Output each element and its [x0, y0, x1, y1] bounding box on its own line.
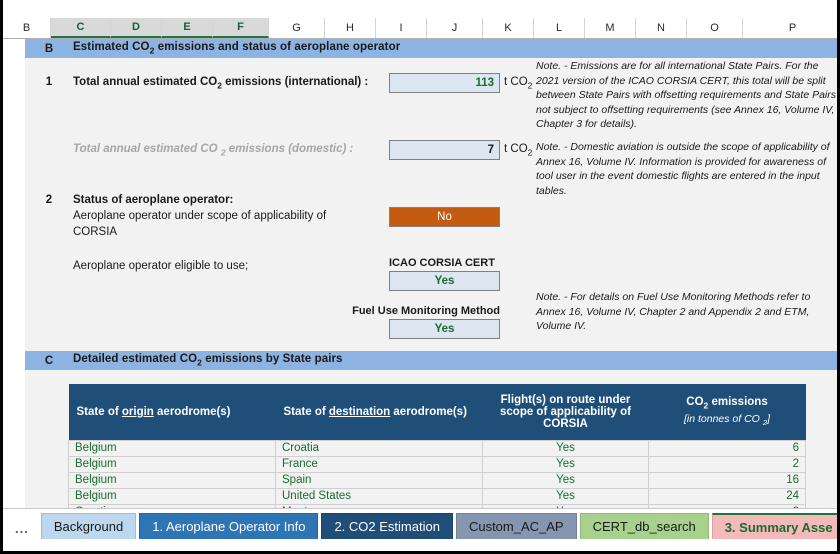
column-header-j[interactable]: J: [427, 18, 483, 38]
left-gutter: [3, 39, 25, 511]
cell-flights[interactable]: Yes: [482, 471, 649, 489]
column-header-d[interactable]: D: [111, 18, 162, 38]
fuel-method-value-box[interactable]: Yes: [389, 319, 500, 339]
top-gap: [3, 0, 837, 18]
sheet-tab-background[interactable]: Background: [40, 513, 137, 539]
cell-destination[interactable]: Spain: [275, 471, 483, 489]
section-c-letter: C: [44, 354, 54, 367]
table-body[interactable]: Belgium Croatia Yes 6 Belgium France Yes 2 Belgi…: [68, 439, 806, 511]
cell-origin[interactable]: Belgium: [68, 455, 276, 473]
column-header-g[interactable]: G: [269, 18, 325, 38]
cell-flights[interactable]: Yes: [482, 439, 649, 457]
sheet-body[interactable]: B Estimated CO2 emissions and status of …: [3, 39, 837, 511]
sheet-tab-cert-db-search[interactable]: CERT_db_search: [579, 513, 709, 539]
cell-emissions[interactable]: 2: [648, 455, 806, 473]
column-header-strip[interactable]: BCDEFGHIJKLMNOP: [3, 18, 837, 39]
section-c-band: C Detailed estimated CO2 emissions by St…: [25, 351, 837, 370]
cert-eligibility-value: Yes: [434, 275, 455, 287]
international-emissions-label: Total annual estimated CO2 emissions (in…: [73, 76, 369, 91]
domestic-emissions-value-box[interactable]: 7: [389, 140, 500, 160]
column-header-l[interactable]: L: [534, 18, 585, 38]
fuel-method-note: Note. - For details on Fuel Use Monitori…: [536, 291, 811, 333]
sheet-tab-3-summary-asse[interactable]: 3. Summary Asse: [711, 513, 837, 539]
state-pairs-table[interactable]: State of origin aerodrome(s) State of de…: [68, 384, 806, 511]
international-emissions-unit: t CO2: [504, 76, 533, 91]
column-header-m[interactable]: M: [585, 18, 636, 38]
domestic-emissions-note: Note. - Domestic aviation is outside the…: [536, 141, 830, 197]
column-header-h[interactable]: H: [325, 18, 376, 38]
table-row[interactable]: Belgium Croatia Yes 6: [68, 439, 806, 457]
cell-origin[interactable]: Belgium: [68, 487, 276, 505]
domestic-emissions-unit: t CO2: [504, 143, 533, 158]
cell-emissions[interactable]: 16: [648, 471, 806, 489]
column-header-co2-emissions: CO2 emissions [in tonnes of CO 2]: [648, 384, 806, 440]
scope-applicability-status-value: No: [437, 211, 452, 223]
domestic-emissions-value: 7: [487, 144, 494, 156]
section-b-title: Estimated CO2 emissions and status of ae…: [73, 41, 401, 56]
sheet-tab-bar[interactable]: ... Background 1. Aeroplane Operator Info…: [3, 508, 837, 551]
international-emissions-value: 113: [475, 77, 494, 89]
cell-destination[interactable]: United States: [275, 487, 483, 505]
sheet-tab-2-co2-estimation[interactable]: 2. CO2 Estimation: [321, 513, 453, 539]
scope-applicability-label-line1: Aeroplane operator under scope of applic…: [73, 210, 327, 222]
cell-flights[interactable]: Yes: [482, 455, 649, 473]
row-number-1: 1: [45, 76, 53, 88]
column-header-c[interactable]: C: [51, 18, 111, 38]
international-emissions-note: Note. - Emissions are for all internatio…: [536, 60, 836, 131]
column-header-k[interactable]: K: [483, 18, 534, 38]
row-number-2: 2: [45, 194, 53, 206]
column-header-f[interactable]: F: [213, 18, 269, 38]
section-b-letter: B: [44, 42, 54, 55]
column-header-i[interactable]: I: [376, 18, 427, 38]
domestic-emissions-label: Total annual estimated CO 2 emissions (d…: [73, 143, 354, 158]
cert-eligibility-caption: ICAO CORSIA CERT: [389, 257, 495, 269]
cert-eligibility-value-box[interactable]: Yes: [389, 271, 500, 291]
cell-emissions[interactable]: 6: [648, 439, 806, 457]
scope-applicability-status-badge[interactable]: No: [389, 207, 500, 227]
international-emissions-value-box[interactable]: 113: [389, 73, 500, 93]
column-header-n[interactable]: N: [636, 18, 687, 38]
sheet-tab-1-aeroplane-operator-info[interactable]: 1. Aeroplane Operator Info: [139, 513, 319, 539]
column-header-flights-scope: Flight(s) on route under scope of applic…: [482, 384, 649, 440]
column-header-b[interactable]: B: [3, 18, 51, 38]
eligible-to-use-label: Aeroplane operator eligible to use;: [73, 260, 249, 272]
column-header-p[interactable]: P: [743, 18, 837, 38]
cell-destination[interactable]: Croatia: [275, 439, 483, 457]
table-row[interactable]: Belgium United States Yes 24: [68, 487, 806, 505]
sheet-tab-custom-ac-ap[interactable]: Custom_AC_AP: [455, 513, 577, 539]
operator-status-heading: Status of aeroplane operator:: [73, 194, 234, 206]
table-row[interactable]: Belgium France Yes 2: [68, 455, 806, 473]
table-header-row: State of origin aerodrome(s) State of de…: [68, 384, 806, 440]
cell-origin[interactable]: Belgium: [68, 471, 276, 489]
column-header-o[interactable]: O: [687, 18, 743, 38]
cell-flights[interactable]: Yes: [482, 487, 649, 505]
column-header-destination: State of destination aerodrome(s): [275, 384, 483, 440]
fuel-method-value: Yes: [434, 323, 455, 335]
cell-emissions[interactable]: 24: [648, 487, 806, 505]
cell-origin[interactable]: Belgium: [68, 439, 276, 457]
section-b-band: B Estimated CO2 emissions and status of …: [25, 39, 837, 58]
section-c-title: Detailed estimated CO2 emissions by Stat…: [73, 353, 343, 368]
column-header-e[interactable]: E: [162, 18, 213, 38]
tab-nav-more-icon[interactable]: ...: [9, 513, 38, 541]
scope-applicability-label-line2: CORSIA: [73, 226, 118, 238]
column-header-origin: State of origin aerodrome(s): [68, 384, 276, 440]
spreadsheet-window: BCDEFGHIJKLMNOP B Estimated CO2 emission…: [0, 0, 840, 554]
cell-destination[interactable]: France: [275, 455, 483, 473]
fuel-method-caption: Fuel Use Monitoring Method: [352, 305, 500, 317]
table-row[interactable]: Belgium Spain Yes 16: [68, 471, 806, 489]
